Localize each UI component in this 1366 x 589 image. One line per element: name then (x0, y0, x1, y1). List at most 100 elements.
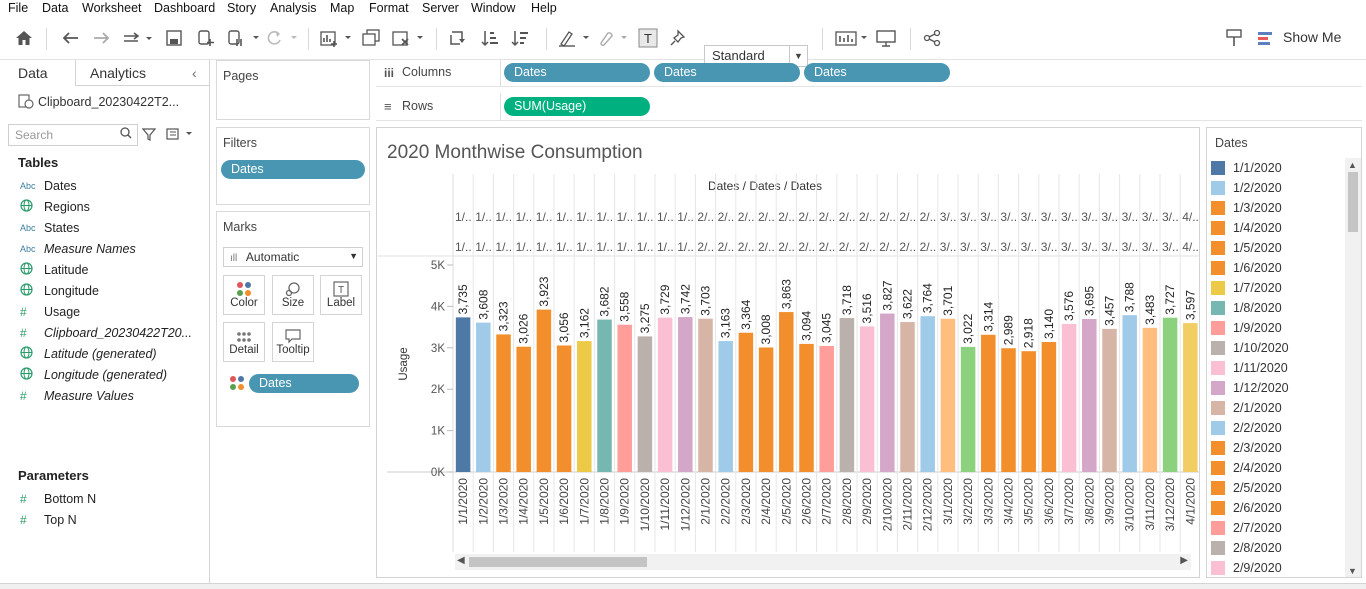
columns-shelf[interactable]: iii Columns Dates Dates Dates (376, 59, 1362, 87)
show-cards-icon[interactable] (834, 26, 870, 50)
legend-item[interactable]: 2/6/2020 (1211, 499, 1282, 517)
color-button[interactable]: Color (223, 275, 265, 315)
collapse-panel-icon[interactable]: ‹ (192, 60, 206, 86)
legend-item[interactable]: 2/4/2020 (1211, 459, 1282, 477)
columns-pill-dates-1[interactable]: Dates (504, 63, 650, 82)
label-button[interactable]: T Label (320, 275, 362, 315)
menu-story[interactable]: Story (227, 1, 256, 15)
tooltip-button[interactable]: Tooltip (272, 322, 314, 362)
horizontal-scrollbar[interactable]: ◀ ▶ (455, 554, 1191, 570)
rows-pill-sum-usage[interactable]: SUM(Usage) (504, 97, 650, 116)
menu-help[interactable]: Help (531, 1, 557, 15)
mark-type-dropdown[interactable]: ıll Automatic ▼ (223, 247, 363, 267)
view-options-icon[interactable] (166, 127, 194, 144)
parameter-top-n[interactable]: # Top N (20, 511, 77, 529)
legend-item[interactable]: 1/8/2020 (1211, 299, 1282, 317)
filter-icon[interactable] (141, 127, 157, 144)
refresh-icon[interactable] (264, 26, 300, 50)
tab-data[interactable]: Data (0, 60, 76, 86)
show-labels-icon[interactable]: T (636, 26, 660, 50)
show-me-icon[interactable] (1258, 26, 1274, 50)
legend-item[interactable]: 1/3/2020 (1211, 199, 1282, 217)
scroll-up-icon[interactable]: ▲ (1348, 160, 1357, 170)
search-input[interactable]: Search (8, 124, 138, 146)
menu-map[interactable]: Map (330, 1, 354, 15)
redo-icon[interactable] (90, 26, 114, 50)
field-item[interactable]: # Usage (20, 303, 80, 321)
legend-item[interactable]: 1/12/2020 (1211, 379, 1289, 397)
new-worksheet-icon[interactable] (318, 26, 354, 50)
sort-ascending-icon[interactable] (478, 26, 502, 50)
menu-format[interactable]: Format (369, 1, 409, 15)
pause-update-icon[interactable] (226, 26, 262, 50)
menu-server[interactable]: Server (422, 1, 459, 15)
pages-card[interactable]: Pages (216, 60, 370, 120)
legend-item[interactable]: 1/7/2020 (1211, 279, 1282, 297)
group-members-icon[interactable] (594, 26, 630, 50)
datasource-row[interactable]: Clipboard_20230422T2... (18, 92, 179, 112)
menu-analysis[interactable]: Analysis (270, 1, 317, 15)
legend-item[interactable]: 2/5/2020 (1211, 479, 1282, 497)
filters-card[interactable]: Filters Dates (216, 127, 370, 205)
menu-window[interactable]: Window (471, 1, 515, 15)
field-item[interactable]: Abc Dates (20, 177, 77, 195)
columns-pill-dates-2[interactable]: Dates (654, 63, 800, 82)
legend-item[interactable]: 2/1/2020 (1211, 399, 1282, 417)
swap-rows-columns-icon[interactable] (446, 26, 470, 50)
highlight-icon[interactable] (556, 26, 592, 50)
filter-pill-dates[interactable]: Dates (221, 160, 365, 179)
duplicate-sheet-icon[interactable] (358, 26, 384, 50)
size-button[interactable]: Size (272, 275, 314, 315)
field-item[interactable]: Abc Measure Names (20, 240, 136, 258)
rows-shelf[interactable]: ≡ Rows SUM(Usage) (376, 93, 1362, 121)
show-me-button[interactable]: Show Me (1283, 29, 1341, 45)
scroll-thumb[interactable] (469, 557, 647, 567)
field-item[interactable]: # Clipboard_20230422T20... (20, 324, 192, 342)
fix-axes-icon[interactable] (666, 26, 690, 50)
legend-item[interactable]: 1/9/2020 (1211, 319, 1282, 337)
new-datasource-icon[interactable] (194, 26, 218, 50)
legend-item[interactable]: 1/4/2020 (1211, 219, 1282, 237)
legend-item[interactable]: 1/6/2020 (1211, 259, 1282, 277)
sort-descending-icon[interactable] (508, 26, 532, 50)
legend-scroll-thumb[interactable] (1348, 172, 1358, 232)
color-pill-dates[interactable]: Dates (249, 374, 359, 393)
tab-analytics[interactable]: Analytics (90, 60, 180, 86)
legend-item[interactable]: 1/10/2020 (1211, 339, 1289, 357)
legend-item[interactable]: 1/11/2020 (1211, 359, 1288, 377)
legend-item[interactable]: 1/1/2020 (1211, 159, 1282, 177)
menu-data[interactable]: Data (42, 1, 68, 15)
scroll-down-icon[interactable]: ▼ (1348, 566, 1357, 576)
legend-item[interactable]: 1/2/2020 (1211, 179, 1282, 197)
undo-icon[interactable] (58, 26, 82, 50)
field-item[interactable]: Longitude (generated) (20, 366, 167, 384)
scroll-right-icon[interactable]: ▶ (1180, 555, 1188, 566)
legend-item[interactable]: 2/9/2020 (1211, 559, 1282, 577)
field-item[interactable]: Longitude (20, 282, 99, 300)
menu-dashboard[interactable]: Dashboard (154, 1, 215, 15)
field-item[interactable]: Latitude (20, 261, 88, 279)
clear-sheet-icon[interactable] (390, 26, 426, 50)
share-icon[interactable] (920, 26, 944, 50)
menu-worksheet[interactable]: Worksheet (82, 1, 142, 15)
parameter-bottom-n[interactable]: # Bottom N (20, 490, 96, 508)
legend-item[interactable]: 2/7/2020 (1211, 519, 1282, 537)
field-item[interactable]: Regions (20, 198, 90, 216)
menu-file[interactable]: File (8, 1, 28, 15)
detail-button[interactable]: Detail (223, 322, 265, 362)
field-item[interactable]: Latitude (generated) (20, 345, 157, 363)
swap-data-icon[interactable] (120, 26, 154, 50)
field-item[interactable]: Abc States (20, 219, 79, 237)
home-icon[interactable] (12, 26, 36, 50)
legend-item[interactable]: 2/3/2020 (1211, 439, 1282, 457)
legend-item[interactable]: 1/5/2020 (1211, 239, 1282, 257)
save-icon[interactable] (162, 26, 186, 50)
presentation-mode-icon[interactable] (874, 26, 898, 50)
legend-item[interactable]: 2/2/2020 (1211, 419, 1282, 437)
tooltip-sign-icon[interactable] (1222, 26, 1246, 50)
field-item[interactable]: # Measure Values (20, 387, 134, 405)
scroll-left-icon[interactable]: ◀ (457, 555, 465, 566)
columns-pill-dates-3[interactable]: Dates (804, 63, 950, 82)
legend-item[interactable]: 2/8/2020 (1211, 539, 1282, 557)
legend-scrollbar[interactable]: ▲ ▼ (1345, 158, 1361, 577)
